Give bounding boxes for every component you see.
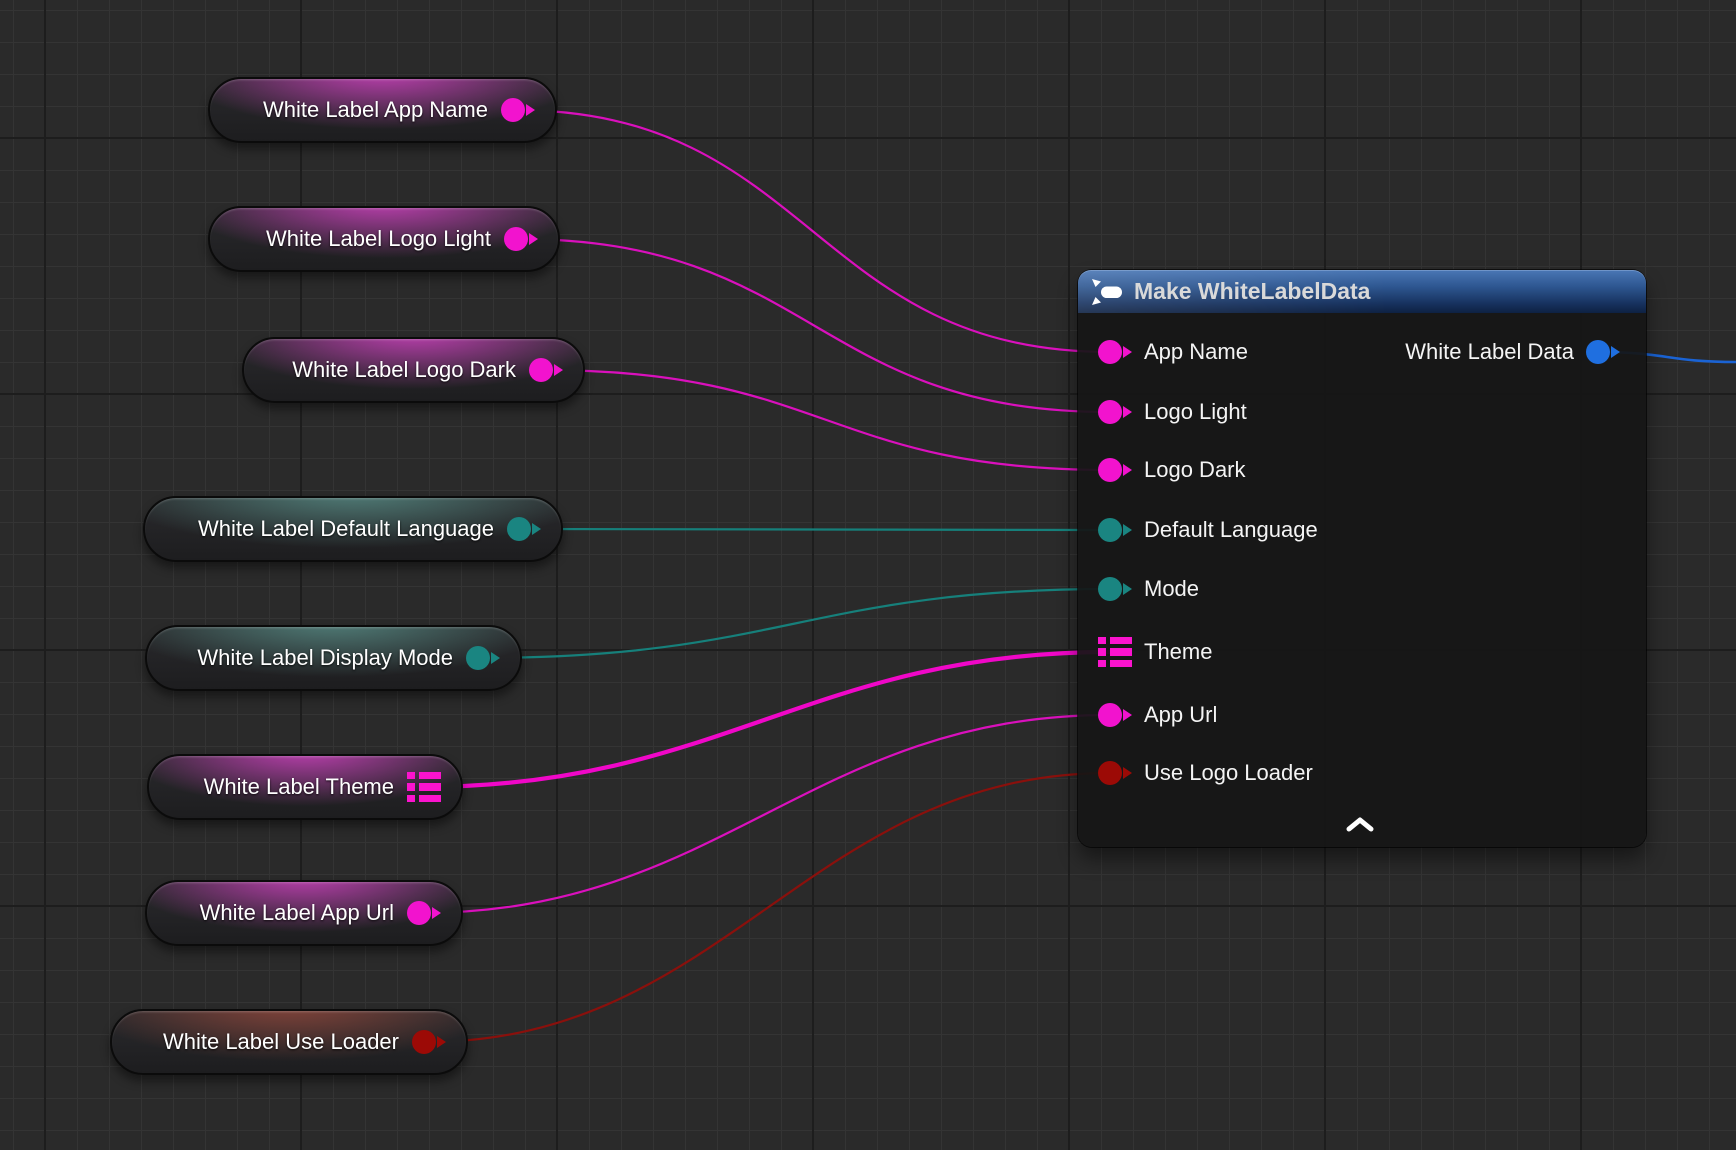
input-row-default-language: Default Language [1098, 517, 1318, 543]
wire-logo-dark[interactable] [543, 370, 1110, 470]
input-pin-string[interactable] [1098, 703, 1132, 727]
input-row-use-logo-loader: Use Logo Loader [1098, 760, 1313, 786]
wire-theme[interactable] [421, 652, 1110, 787]
input-pin-label: Default Language [1144, 517, 1318, 543]
wire-mode[interactable] [480, 589, 1110, 658]
input-pin-label: Use Logo Loader [1144, 760, 1313, 786]
getter-white-label-use-loader[interactable]: White Label Use Loader [110, 1009, 468, 1075]
input-row-theme: Theme [1098, 637, 1212, 667]
getter-white-label-logo-light[interactable]: White Label Logo Light [208, 206, 560, 272]
input-pin-enum[interactable] [1098, 577, 1132, 601]
input-pin-label: Mode [1144, 576, 1199, 602]
getter-white-label-theme[interactable]: White Label Theme [147, 754, 463, 820]
getter-label: White Label Theme [204, 776, 394, 798]
getter-white-label-logo-dark[interactable]: White Label Logo Dark [242, 337, 585, 403]
getter-label: White Label Display Mode [197, 647, 453, 669]
getter-label: White Label App Url [200, 902, 394, 924]
getter-label: White Label Logo Light [266, 228, 491, 250]
wire-default-language[interactable] [521, 529, 1110, 530]
input-row-logo-dark: Logo Dark [1098, 457, 1246, 483]
output-pin-enum[interactable] [466, 646, 500, 670]
getter-label: White Label Use Loader [163, 1031, 399, 1053]
input-pin-bool[interactable] [1098, 761, 1132, 785]
output-row-white-label-data: White Label Data [1405, 339, 1620, 365]
output-pin-struct[interactable] [1586, 340, 1620, 364]
wire-logo-light[interactable] [518, 239, 1110, 412]
input-pin-label: App Name [1144, 339, 1248, 365]
getter-label: White Label Logo Dark [292, 359, 516, 381]
input-row-app-url: App Url [1098, 702, 1217, 728]
make-whitelabeldata-node[interactable]: Make WhiteLabelData App Name Logo Light Log… [1078, 270, 1646, 847]
input-row-mode: Mode [1098, 576, 1199, 602]
chevron-up-icon [1346, 817, 1374, 832]
input-pin-label: App Url [1144, 702, 1217, 728]
input-row-logo-light: Logo Light [1098, 399, 1247, 425]
getter-white-label-default-language[interactable]: White Label Default Language [143, 496, 563, 562]
input-pin-string[interactable] [1098, 458, 1132, 482]
output-pin-label: White Label Data [1405, 339, 1574, 365]
output-pin-string[interactable] [504, 227, 538, 251]
input-pin-label: Theme [1144, 639, 1212, 665]
getter-white-label-display-mode[interactable]: White Label Display Mode [145, 625, 522, 691]
input-pin-label: Logo Dark [1144, 457, 1246, 483]
getter-label: White Label App Name [263, 99, 488, 121]
input-pin-label: Logo Light [1144, 399, 1247, 425]
output-pin-enum[interactable] [507, 517, 541, 541]
input-pin-string[interactable] [1098, 400, 1132, 424]
make-struct-icon [1091, 278, 1123, 306]
blueprint-graph-canvas[interactable]: White Label App Name White Label Logo Lig… [0, 0, 1736, 1150]
input-pin-string[interactable] [1098, 340, 1132, 364]
output-pin-bool[interactable] [412, 1030, 446, 1054]
output-pin-string[interactable] [529, 358, 563, 382]
node-header[interactable]: Make WhiteLabelData [1078, 270, 1646, 313]
getter-label: White Label Default Language [198, 518, 494, 540]
node-title: Make WhiteLabelData [1134, 278, 1370, 305]
collapse-advanced-button[interactable] [1346, 817, 1374, 837]
getter-white-label-app-url[interactable]: White Label App Url [145, 880, 463, 946]
wire-app-url[interactable] [421, 715, 1110, 913]
wire-app-name[interactable] [515, 110, 1110, 352]
input-row-app-name: App Name [1098, 339, 1248, 365]
struct-grid-icon[interactable] [407, 772, 441, 802]
getter-white-label-app-name[interactable]: White Label App Name [208, 77, 557, 143]
struct-grid-icon[interactable] [1098, 637, 1132, 667]
output-pin-string[interactable] [407, 901, 441, 925]
output-pin-string[interactable] [501, 98, 535, 122]
input-pin-enum[interactable] [1098, 518, 1132, 542]
